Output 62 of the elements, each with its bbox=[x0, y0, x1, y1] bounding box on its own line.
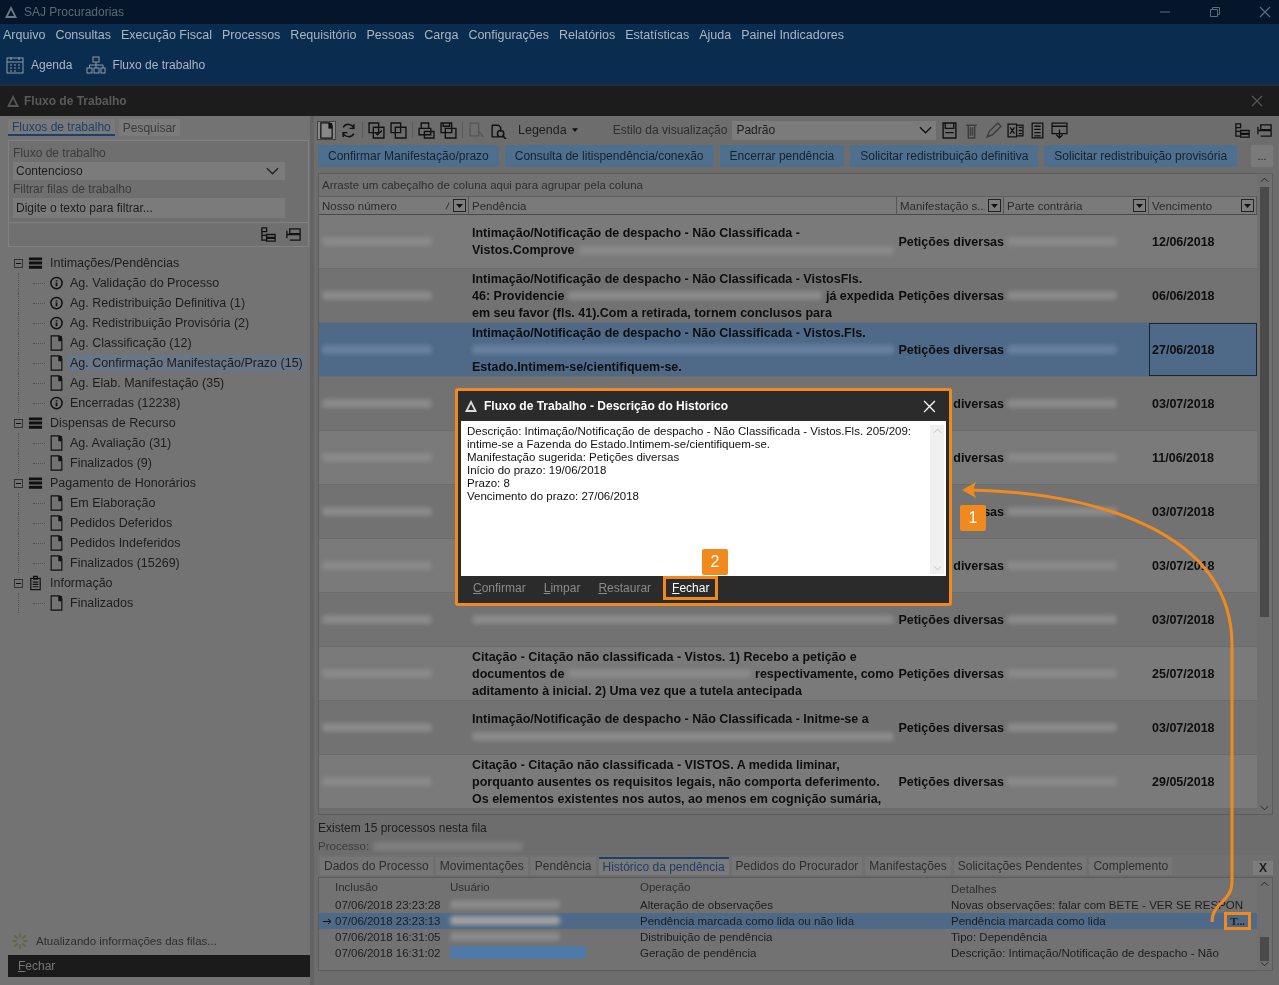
table-cell: 03/07/2018 bbox=[1152, 504, 1215, 519]
table-cell: 03/07/2018 bbox=[1152, 720, 1215, 735]
pendency-text: Intimação/Notificação de despacho - Não Classificada - bbox=[472, 226, 800, 240]
table-cell: Petições diversas bbox=[898, 720, 1004, 735]
pendency-text: porquanto ausentes os requisitos legais, não comporta deferimento. bbox=[472, 774, 880, 789]
table-cell-text: Geração de pendência bbox=[640, 947, 758, 959]
description-line: Vencimento do prazo: 27/06/2018 bbox=[467, 490, 640, 503]
description-line: intime-se a Fazenda do Estado.Intimem-se/cientifiquem-se. bbox=[467, 438, 771, 451]
table-cell: Petições diversas bbox=[898, 666, 1004, 681]
window-title: Fluxo de Trabalho bbox=[24, 94, 127, 108]
table-cell-text: Pendência marcada como lida ou não lida bbox=[640, 915, 856, 927]
table-cell-text: 07/06/2018 16:31:05 bbox=[335, 931, 442, 943]
table-cell: 11/06/2018 bbox=[1152, 450, 1214, 465]
table-cell: diversas bbox=[953, 396, 1004, 411]
queue-count-text: Existem 15 processos nesta fila bbox=[318, 821, 488, 837]
table-cell: 25/07/2018 bbox=[1152, 666, 1215, 681]
pendency-text: já expedida bbox=[825, 288, 894, 303]
pendency-text: Intimação/Notificação de despacho - Não Classificada - Vistos.Fls. bbox=[472, 325, 866, 340]
dialog-title: Fluxo de Trabalho - Descrição do Historico bbox=[484, 399, 729, 413]
table-cell-text: 07/06/2018 16:31:02 bbox=[335, 947, 442, 959]
table-cell: diversas bbox=[953, 558, 1004, 573]
table-cell-text: 07/06/2018 23:23:13 bbox=[335, 915, 442, 927]
table-cell-text: Tipo: Dependência bbox=[951, 931, 1049, 943]
table-cell: 06/06/2018 bbox=[1152, 288, 1215, 303]
table-cell: Petições diversas bbox=[898, 342, 1004, 357]
pendency-text: respectivamente, como bbox=[755, 666, 894, 681]
pendency-text: Citação - Citação não classificada - VISTOS. A medida liminar, bbox=[472, 757, 840, 772]
group-by-hint: Arraste um cabeçalho de coluna aqui para agrupar pela coluna bbox=[319, 174, 1257, 196]
description-line: Manifestação sugerida: Petições diversas bbox=[467, 451, 681, 464]
description-line: Descrição: Intimação/Notificação de despacho - Não Classificada - Vistos.Fls. 205/209: bbox=[467, 425, 913, 438]
pendency-text: Intimação/Notificação de despacho - Não Classificada - VistosFls. bbox=[472, 271, 863, 286]
table-cell: 12/06/2018 bbox=[1152, 234, 1215, 249]
table-cell: diversas bbox=[953, 450, 1004, 465]
table-cell-text: Distribuição de pendência bbox=[640, 931, 774, 943]
pendency-text: documentos de bbox=[472, 666, 565, 681]
pendency-text: Intimação/Notificação de despacho - Não Classificada - Initme-se a bbox=[472, 712, 869, 726]
status-text: Atualizando informações das filas... bbox=[36, 935, 217, 947]
description-line: Prazo: 8 bbox=[467, 477, 511, 490]
step-badge: 2 bbox=[702, 549, 728, 575]
table-cell: 03/07/2018 bbox=[1152, 612, 1215, 627]
description-line: Início do prazo: 19/06/2018 bbox=[467, 464, 608, 477]
table-cell: Petições diversas bbox=[898, 612, 1004, 627]
view-style-label: Estilo da visualização bbox=[612, 123, 728, 137]
table-cell: Petições diversas bbox=[898, 234, 1004, 249]
pendency-text: em seu favor (fls. 41).Com a retirada, tornem conclusos para bbox=[472, 305, 832, 320]
table-cell: Petições diversas bbox=[898, 288, 1004, 303]
table-cell-text: Descrição: Intimação/Notificação de despacho - Não bbox=[951, 947, 1220, 959]
table-cell: Petições diversas bbox=[898, 774, 1004, 789]
table-cell-text: 07/06/2018 23:23:28 bbox=[335, 899, 442, 911]
table-cell: 27/06/2018 bbox=[1152, 342, 1215, 357]
table-cell: 03/07/2018 bbox=[1152, 396, 1215, 411]
pendency-text: Estado.Intimem-se/cientifiquem-se. bbox=[472, 359, 682, 374]
pendency-text: 46: Providencie bbox=[472, 288, 565, 303]
pendency-text: Vistos.Comprove bbox=[472, 243, 575, 257]
pendency-text: Citação - Citação não classificada - Vistos. 1) Recebo a petição e bbox=[472, 649, 857, 664]
pendency-text: aditamento à inicial. 2) Uma vez que a tutela antecipada bbox=[472, 683, 802, 698]
app-title: SAJ Procuradorias bbox=[24, 5, 125, 19]
pendency-text: Os elementos existentes nos autos, ao menos em cognição sumária, bbox=[472, 791, 882, 806]
step-badge: 1 bbox=[960, 505, 986, 531]
table-cell-text: Pendência marcada como lida bbox=[951, 915, 1107, 927]
table-cell-text: Alteração de observações bbox=[640, 899, 774, 911]
table-cell: 29/05/2018 bbox=[1152, 774, 1215, 789]
